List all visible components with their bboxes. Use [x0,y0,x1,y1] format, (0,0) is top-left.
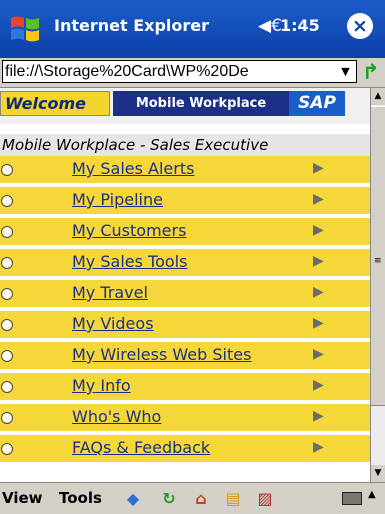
menu-link-sales-tools[interactable]: My Sales Tools [72,252,187,271]
menu-row-customers[interactable]: My Customers ▶ [0,218,370,245]
close-button[interactable]: × [347,13,373,39]
sap-banner: Welcome Mobile Workplace SAP [0,88,370,124]
scroll-thumb[interactable]: ≡ [371,106,385,406]
vertical-scrollbar[interactable]: ▲ ≡ ▼ [370,88,385,482]
keyboard-icon[interactable] [342,492,362,505]
menu-row-wireless-web-sites[interactable]: My Wireless Web Sites ▶ [0,342,370,369]
menu-row-videos[interactable]: My Videos ▶ [0,311,370,338]
title-bar: Internet Explorer ◀€ 1:45 × [0,0,385,58]
arrow-right-icon[interactable]: ▶ [313,439,324,455]
app-title: Internet Explorer [54,16,210,35]
scroll-down-icon[interactable]: ▼ [371,465,385,482]
page-content: Welcome Mobile Workplace SAP Mobile Work… [0,88,370,482]
view-menu[interactable]: View [2,489,43,507]
arrow-right-icon[interactable]: ▶ [313,408,324,424]
menu-link-videos[interactable]: My Videos [72,314,154,333]
menu-link-customers[interactable]: My Customers [72,221,186,240]
arrow-right-icon[interactable]: ▶ [313,253,324,269]
welcome-tab[interactable]: Welcome [0,91,110,116]
fit-to-screen-icon[interactable]: ▨ [254,488,276,510]
menu-row-whos-who[interactable]: Who's Who ▶ [0,404,370,431]
favorites-icon[interactable]: ▤ [222,488,244,510]
windows-start-icon[interactable] [8,12,42,46]
refresh-icon[interactable]: ↻ [158,488,180,510]
menu-link-faqs-feedback[interactable]: FAQs & Feedback [72,438,210,457]
menu-row-info[interactable]: My Info ▶ [0,373,370,400]
sap-logo: SAP [289,91,345,116]
scroll-up-icon[interactable]: ▲ [371,88,385,105]
address-url: file://\Storage%20Card\WP%20De [5,63,249,80]
address-bar: file://\Storage%20Card\WP%20De ▼ ↱ [0,58,385,88]
arrow-right-icon[interactable]: ▶ [313,346,324,362]
bullet-icon [1,226,13,238]
arrow-right-icon[interactable]: ▶ [313,222,324,238]
home-icon[interactable]: ⌂ [190,488,212,510]
arrow-right-icon[interactable]: ▶ [313,191,324,207]
address-input[interactable]: file://\Storage%20Card\WP%20De ▼ [2,60,357,83]
bullet-icon [1,288,13,300]
speaker-icon[interactable]: ◀€ [258,16,282,36]
bullet-icon [1,319,13,331]
command-bar: View Tools ◆ ↻ ⌂ ▤ ▨ ▲ [0,482,385,514]
menu-link-sales-alerts[interactable]: My Sales Alerts [72,159,194,178]
menu-link-travel[interactable]: My Travel [72,283,148,302]
bullet-icon [1,350,13,362]
go-arrow-icon[interactable]: ↱ [362,61,380,83]
menu-row-sales-tools[interactable]: My Sales Tools ▶ [0,249,370,276]
menu-row-faqs-feedback[interactable]: FAQs & Feedback ▶ [0,435,370,462]
mobile-workplace-label: Mobile Workplace [113,91,289,116]
menu-link-info[interactable]: My Info [72,376,131,395]
address-dropdown-icon[interactable]: ▼ [337,61,354,82]
arrow-right-icon[interactable]: ▶ [313,315,324,331]
arrow-right-icon[interactable]: ▶ [313,160,324,176]
menu-row-sales-alerts[interactable]: My Sales Alerts ▶ [0,156,370,183]
bullet-icon [1,164,13,176]
arrow-right-icon[interactable]: ▶ [313,284,324,300]
menu-list: My Sales Alerts ▶ My Pipeline ▶ My Custo… [0,156,370,466]
menu-link-pipeline[interactable]: My Pipeline [72,190,163,209]
clock[interactable]: 1:45 [280,16,320,35]
menu-link-whos-who[interactable]: Who's Who [72,407,161,426]
menu-row-travel[interactable]: My Travel ▶ [0,280,370,307]
bullet-icon [1,412,13,424]
grip-icon: ≡ [374,256,382,266]
input-panel-up-icon[interactable]: ▲ [368,489,376,500]
bullet-icon [1,443,13,455]
page-subtitle: Mobile Workplace - Sales Executive [0,134,370,156]
bullet-icon [1,381,13,393]
arrow-right-icon[interactable]: ▶ [313,377,324,393]
back-icon[interactable]: ◆ [122,488,144,510]
menu-row-pipeline[interactable]: My Pipeline ▶ [0,187,370,214]
menu-link-wireless-web-sites[interactable]: My Wireless Web Sites [72,345,251,364]
bullet-icon [1,257,13,269]
tools-menu[interactable]: Tools [59,489,102,507]
bullet-icon [1,195,13,207]
